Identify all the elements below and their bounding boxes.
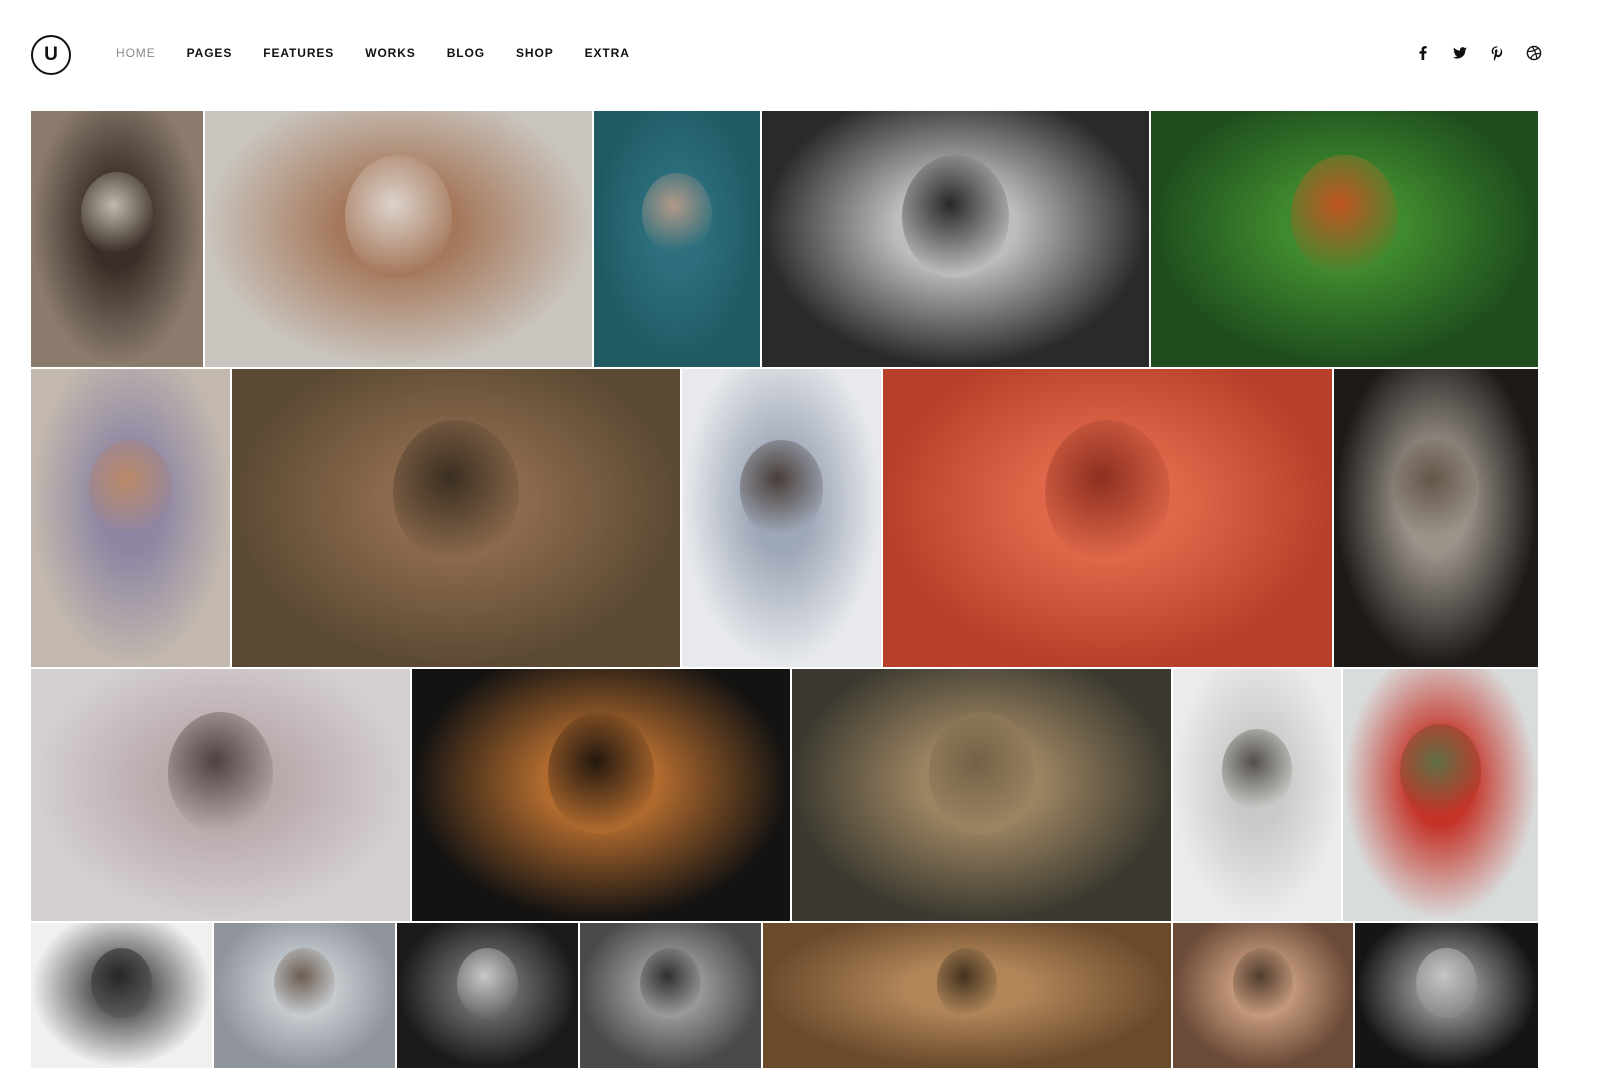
gallery-item-red-eyed-tree-frog[interactable]: [1151, 111, 1538, 367]
photo-subject-highlight: [1416, 947, 1477, 1018]
gallery-item-man-white-corridor[interactable]: [1173, 669, 1341, 921]
photo-subject-highlight: [1221, 729, 1293, 811]
gallery-item-red-squirrel-dark[interactable]: [412, 669, 790, 921]
photo-subject-highlight: [88, 440, 173, 537]
social-links: [1394, 45, 1542, 61]
gallery-item-elderly-man-turban[interactable]: [31, 111, 203, 367]
photo-subject-highlight: [80, 172, 154, 256]
main-nav: HOME PAGES FEATURES WORKS BLOG SHOP EXTR…: [116, 46, 661, 60]
gallery-item-lioness-yawning[interactable]: [792, 669, 1171, 921]
nav-item-home[interactable]: HOME: [116, 46, 156, 60]
gallery-item-woman-beach[interactable]: [31, 669, 410, 921]
photo-subject-highlight: [739, 440, 824, 537]
gallery-item-woman-in-grass[interactable]: [232, 369, 680, 667]
gallery-item-flamingo[interactable]: [883, 369, 1332, 667]
gallery-item-woman-red-jacket[interactable]: [1343, 669, 1538, 921]
gallery-item-child-bw-portrait[interactable]: [762, 111, 1149, 367]
photo-subject-highlight: [1393, 439, 1479, 538]
nav-item-shop[interactable]: SHOP: [516, 46, 554, 60]
gallery-item-man-dreadlocks-teal-door[interactable]: [594, 111, 760, 367]
photo-gallery: [31, 111, 1569, 1068]
gallery-item-girl-hand-face[interactable]: [1173, 923, 1353, 1068]
pinterest-icon[interactable]: [1489, 45, 1505, 61]
photo-subject-highlight: [91, 947, 152, 1018]
photo-subject-highlight: [928, 711, 1035, 834]
gallery-item-man-sunglasses-bw[interactable]: [397, 923, 578, 1068]
photo-subject-highlight: [344, 154, 453, 279]
photo-subject-highlight: [1044, 419, 1171, 564]
gallery-item-rabbit-closeup[interactable]: [763, 923, 1171, 1068]
photo-subject-highlight: [936, 947, 998, 1018]
gallery-item-young-man-grey-blazer[interactable]: [682, 369, 881, 667]
photo-subject-highlight: [642, 173, 712, 254]
nav-item-works[interactable]: WORKS: [365, 46, 416, 60]
gallery-item-old-man-white-beard[interactable]: [1334, 369, 1538, 667]
twitter-icon[interactable]: [1452, 45, 1468, 61]
photo-subject-highlight: [1399, 723, 1482, 818]
site-header: U HOME PAGES FEATURES WORKS BLOG SHOP EX…: [0, 0, 1600, 110]
nav-item-pages[interactable]: PAGES: [187, 46, 233, 60]
photo-subject-highlight: [457, 947, 518, 1018]
gallery-item-woman-bw-portrait[interactable]: [580, 923, 761, 1068]
gallery-item-woman-lavender-hair[interactable]: [31, 369, 230, 667]
photo-subject-highlight: [1232, 947, 1294, 1018]
photo-subject-highlight: [274, 947, 335, 1018]
gallery-item-young-man-beard[interactable]: [205, 111, 592, 367]
photo-subject-highlight: [901, 154, 1010, 279]
nav-item-blog[interactable]: BLOG: [447, 46, 485, 60]
logo[interactable]: U: [31, 35, 71, 75]
photo-subject-highlight: [640, 947, 701, 1018]
gallery-item-old-woman-bw[interactable]: [1355, 923, 1538, 1068]
nav-item-extra[interactable]: EXTRA: [585, 46, 630, 60]
nav-item-features[interactable]: FEATURES: [263, 46, 334, 60]
photo-subject-highlight: [1290, 154, 1399, 279]
gallery-item-deer-snow[interactable]: [214, 923, 395, 1068]
logo-letter: U: [44, 44, 58, 65]
gallery-item-man-bw-portrait[interactable]: [31, 923, 212, 1068]
photo-subject-highlight: [393, 419, 519, 564]
dribbble-icon[interactable]: [1526, 45, 1542, 61]
photo-subject-highlight: [548, 711, 654, 834]
facebook-icon[interactable]: [1415, 45, 1431, 61]
photo-subject-highlight: [167, 711, 274, 834]
